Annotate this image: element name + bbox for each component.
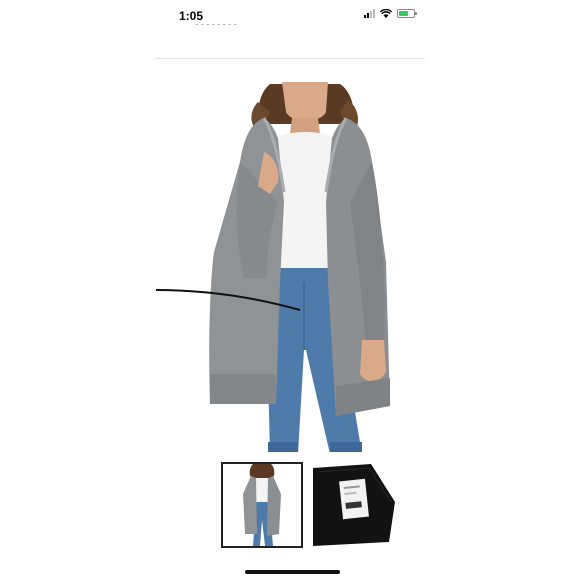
status-icons [364, 9, 417, 18]
model-wearing-gray-hooded-cardigan-image [209, 82, 390, 452]
cardigan-front-thumbnail [223, 464, 301, 546]
thumbnail-2[interactable] [313, 462, 395, 548]
main-product-image[interactable] [200, 82, 405, 452]
home-indicator[interactable] [245, 570, 340, 574]
cut-off-header-text: •••••••• [195, 24, 240, 30]
cellular-signal-icon [364, 9, 375, 18]
phone-screen: 1:05 •••••••• [155, 0, 425, 580]
thumbnail-1-selected[interactable] [221, 462, 303, 548]
black-fabric-with-tag-thumbnail [313, 462, 395, 548]
battery-charging-icon [397, 9, 417, 18]
header-divider [155, 58, 425, 59]
status-time: 1:05 [179, 9, 204, 23]
wifi-icon [380, 9, 392, 18]
